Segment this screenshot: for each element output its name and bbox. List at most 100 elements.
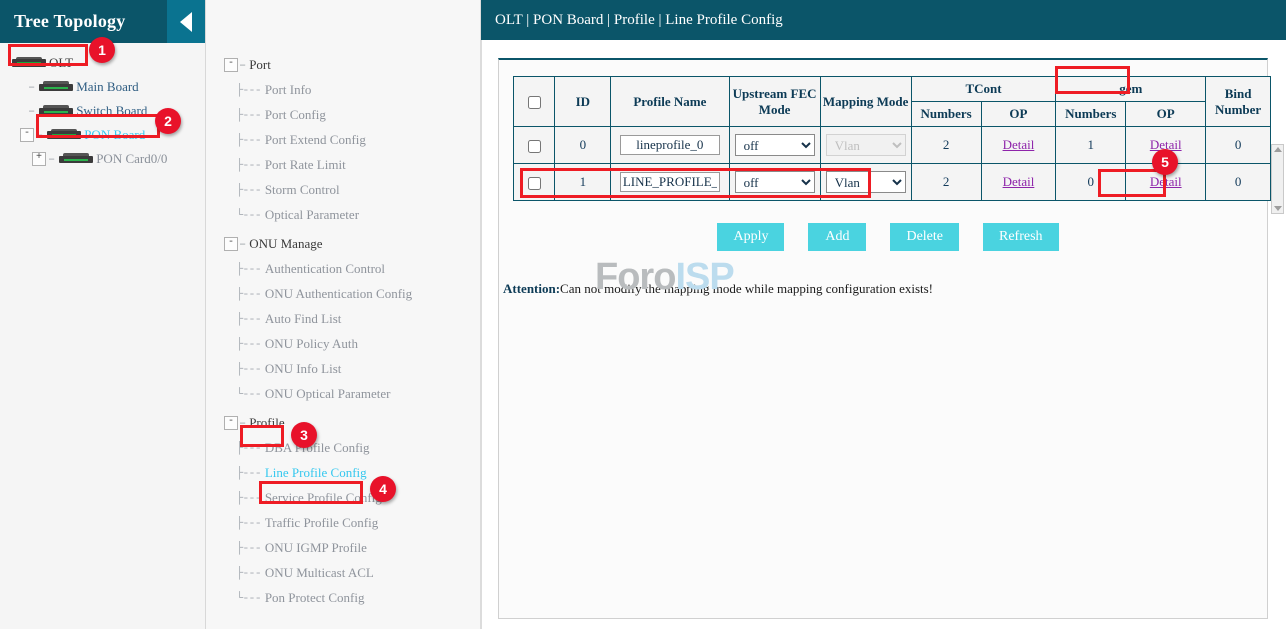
menu-item-onu-optical-parameter[interactable]: └---ONU Optical Parameter xyxy=(236,381,480,406)
table-header-row-1: ID Profile Name Upstream FEC Mode Mappin… xyxy=(514,77,1271,102)
menu-group-header-profile[interactable]: - – Profile xyxy=(206,410,480,435)
menu-item-onu-info-list[interactable]: ├---ONU Info List xyxy=(236,356,480,381)
menu-item-onu-authentication-config[interactable]: ├--- ONU Authentication Config xyxy=(236,281,480,306)
menu-item-line-profile-config[interactable]: ├--- Line Profile Config xyxy=(236,460,480,485)
row-gem-numbers: 1 xyxy=(1056,127,1126,164)
tree-item-label: OLT xyxy=(49,55,73,71)
menu-items-port: ├---Port Info ├---Port Config ├---Port E… xyxy=(206,77,480,227)
menu-expander-icon[interactable]: - xyxy=(224,58,238,72)
menu-item-label: DBA Profile Config xyxy=(265,440,370,456)
menu-item-label: Line Profile Config xyxy=(265,465,367,481)
header-tcont: TCont xyxy=(911,77,1056,102)
menu-item-onu-multicast-acl[interactable]: ├---ONU Multicast ACL xyxy=(236,560,480,585)
profile-name-input[interactable] xyxy=(620,172,720,192)
menu-guide: – xyxy=(239,416,246,430)
panel-inner: ID Profile Name Upstream FEC Mode Mappin… xyxy=(498,58,1268,619)
header-bind-number: Bind Number xyxy=(1206,77,1271,127)
menu-group-label: Profile xyxy=(249,415,284,431)
menu-item-guide: ├--- xyxy=(236,287,261,301)
menu-expander-icon[interactable]: - xyxy=(224,237,238,251)
menu-item-optical-parameter[interactable]: └---Optical Parameter xyxy=(236,202,480,227)
row-select-checkbox[interactable] xyxy=(528,177,541,190)
menu-item-label: ONU Optical Parameter xyxy=(265,386,391,402)
menu-items-profile: ├---DBA Profile Config ├--- Line Profile … xyxy=(206,435,480,610)
app-root: Tree Topology OLT – Main Board xyxy=(0,0,1286,629)
row-bind-number: 0 xyxy=(1206,164,1271,201)
scroll-up-arrow-icon[interactable] xyxy=(1274,147,1282,152)
device-icon xyxy=(39,81,73,93)
menu-item-guide: ├--- xyxy=(236,262,261,276)
device-icon xyxy=(39,105,73,117)
menu-item-onu-igmp-profile[interactable]: ├---ONU IGMP Profile xyxy=(236,535,480,560)
select-all-checkbox[interactable] xyxy=(528,96,541,109)
menu-items-onu-manage: ├---Authentication Control ├--- ONU Authe… xyxy=(206,256,480,406)
apply-button[interactable]: Apply xyxy=(717,223,784,251)
action-button-row: Apply Add Delete Refresh xyxy=(499,223,1267,251)
refresh-button[interactable]: Refresh xyxy=(983,223,1059,251)
menu-item-storm-control[interactable]: ├---Storm Control xyxy=(236,177,480,202)
upstream-fec-mode-select[interactable]: off xyxy=(735,171,815,193)
tcont-detail-link[interactable]: Detail xyxy=(1003,174,1035,189)
device-icon xyxy=(12,57,46,69)
tree-guide: – xyxy=(28,104,35,118)
menu-item-port-rate-limit[interactable]: ├---Port Rate Limit xyxy=(236,152,480,177)
tree-item-pon-card[interactable]: + – PON Card0/0 xyxy=(0,147,205,171)
menu-item-service-profile-config[interactable]: ├---Service Profile Config xyxy=(236,485,480,510)
profile-name-input[interactable] xyxy=(620,135,720,155)
menu-item-label: Port Config xyxy=(265,107,326,123)
menu-group-header-port[interactable]: - – Port xyxy=(206,52,480,77)
add-button[interactable]: Add xyxy=(808,223,866,251)
menu-expander-icon[interactable]: - xyxy=(224,416,238,430)
annotation-badge-3: 3 xyxy=(291,422,317,448)
scroll-down-arrow-icon[interactable] xyxy=(1274,206,1282,211)
row-select-checkbox[interactable] xyxy=(528,140,541,153)
mapping-mode-select[interactable]: Vlan xyxy=(826,171,906,193)
delete-button[interactable]: Delete xyxy=(890,223,959,251)
menu-item-guide: ├--- xyxy=(236,83,261,97)
tree-expander-expand-icon[interactable]: + xyxy=(32,152,46,166)
upstream-fec-mode-select[interactable]: off xyxy=(735,134,815,156)
menu-item-guide: ├--- xyxy=(236,312,261,326)
menu-item-port-extend-config[interactable]: ├---Port Extend Config xyxy=(236,127,480,152)
menu-item-port-info[interactable]: ├---Port Info xyxy=(236,77,480,102)
annotation-badge-5: 5 xyxy=(1152,149,1178,175)
sidebar-collapse-button[interactable] xyxy=(167,0,205,43)
header-id: ID xyxy=(555,77,611,127)
content-area: OLT | PON Board | Profile | Line Profile… xyxy=(481,0,1286,629)
menu-item-guide: ├--- xyxy=(236,362,261,376)
table-vertical-scrollbar[interactable] xyxy=(1271,144,1284,214)
row-tcont-op-cell: Detail xyxy=(981,164,1056,201)
row-profile-name-cell xyxy=(611,127,729,164)
menu-item-onu-policy-auth[interactable]: ├---ONU Policy Auth xyxy=(236,331,480,356)
menu-item-authentication-control[interactable]: ├---Authentication Control xyxy=(236,256,480,281)
menu-item-traffic-profile-config[interactable]: ├---Traffic Profile Config xyxy=(236,510,480,535)
menu-item-port-config[interactable]: ├---Port Config xyxy=(236,102,480,127)
tree-expander-collapse-icon[interactable]: - xyxy=(20,128,34,142)
menu-item-dba-profile-config[interactable]: ├---DBA Profile Config xyxy=(236,435,480,460)
mapping-mode-select: Vlan xyxy=(826,134,906,156)
tcont-detail-link[interactable]: Detail xyxy=(1003,137,1035,152)
menu-item-label: Pon Protect Config xyxy=(265,590,365,606)
row-checkbox-cell xyxy=(514,164,555,201)
menu-guide: – xyxy=(239,58,246,72)
line-profile-table: ID Profile Name Upstream FEC Mode Mappin… xyxy=(513,76,1271,201)
menu-item-guide: └--- xyxy=(236,591,261,605)
watermark-part-2: ISP xyxy=(675,256,733,298)
menu-item-pon-protect-config[interactable]: └--- Pon Protect Config xyxy=(236,585,480,610)
menu-item-label: ONU Multicast ACL xyxy=(265,565,374,581)
menu-group-header-onu-manage[interactable]: - – ONU Manage xyxy=(206,231,480,256)
tree-item-label: PON Board xyxy=(84,127,145,143)
menu-item-guide: ├--- xyxy=(236,158,261,172)
menu-item-label: ONU Authentication Config xyxy=(265,286,412,302)
menu-group-onu-manage: - – ONU Manage ├---Authentication Contro… xyxy=(206,231,480,406)
header-tcont-numbers: Numbers xyxy=(911,102,981,127)
tree-item-main-board[interactable]: – Main Board xyxy=(0,75,205,99)
watermark-part-1: Foro xyxy=(595,256,675,298)
navigation-menu: - – Port ├---Port Info ├---Port Config ├… xyxy=(206,0,481,629)
menu-item-guide: └--- xyxy=(236,208,261,222)
gem-detail-link[interactable]: Detail xyxy=(1150,174,1182,189)
row-tcont-numbers: 2 xyxy=(911,127,981,164)
menu-item-auto-find-list[interactable]: ├---Auto Find List xyxy=(236,306,480,331)
row-gem-numbers: 0 xyxy=(1056,164,1126,201)
menu-item-guide: ├--- xyxy=(236,466,261,480)
